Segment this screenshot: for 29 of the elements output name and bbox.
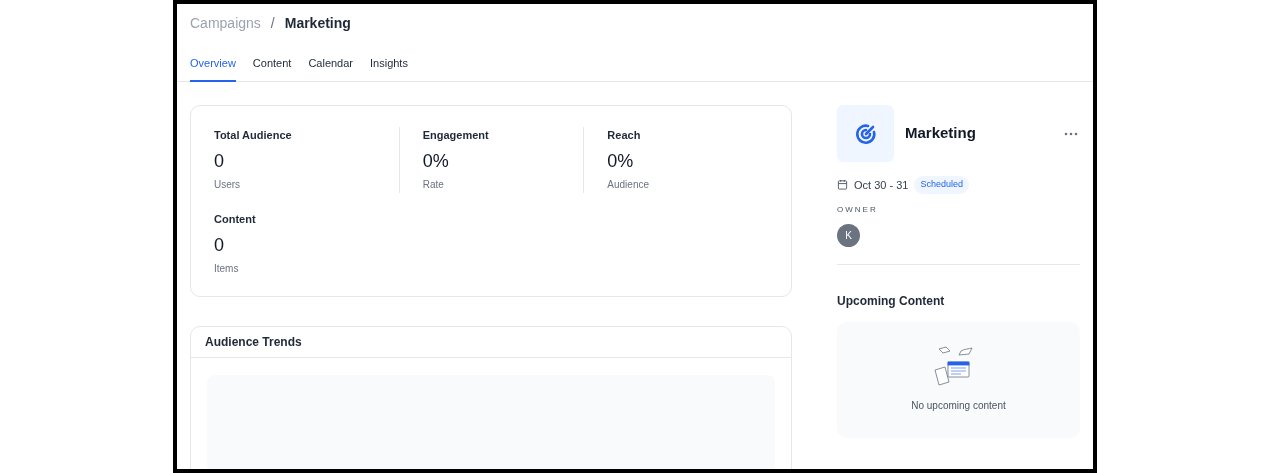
stat-label: Total Audience xyxy=(214,128,293,143)
tab[interactable]: Content xyxy=(252,53,292,82)
stat-label: Engagement xyxy=(422,128,490,143)
empty-message: No upcoming content xyxy=(911,399,1006,413)
card-title: Audience Trends xyxy=(205,334,302,351)
stat-unit: Users xyxy=(214,178,242,192)
owner-avatar[interactable]: K xyxy=(837,223,860,247)
stat-unit: Items xyxy=(214,262,240,276)
status-badge: Scheduled xyxy=(914,176,969,194)
stat-unit: Audience xyxy=(607,178,651,192)
stat-label: Reach xyxy=(607,128,642,143)
tab[interactable]: Calendar xyxy=(308,53,353,82)
owner-label: OWNER xyxy=(837,203,879,216)
calendar-icon xyxy=(837,179,848,191)
section-title: Upcoming Content xyxy=(837,292,946,310)
tab[interactable]: Insights xyxy=(370,53,408,82)
breadcrumb-separator: / xyxy=(270,14,275,33)
more-icon[interactable] xyxy=(1064,131,1078,136)
breadcrumb-current: Marketing xyxy=(284,14,351,33)
target-icon xyxy=(853,121,878,146)
stat-value: 0 xyxy=(214,150,225,173)
stat-value: 0% xyxy=(607,150,635,173)
campaign-title: Marketing xyxy=(905,123,976,144)
stat-unit: Rate xyxy=(422,178,445,192)
stat-value: 0 xyxy=(214,234,225,257)
stat-value: 0% xyxy=(422,150,450,173)
tab[interactable]: Overview xyxy=(190,53,236,82)
stat-label: Content xyxy=(214,212,257,227)
date-range: Oct 30 - 31 xyxy=(854,177,909,193)
